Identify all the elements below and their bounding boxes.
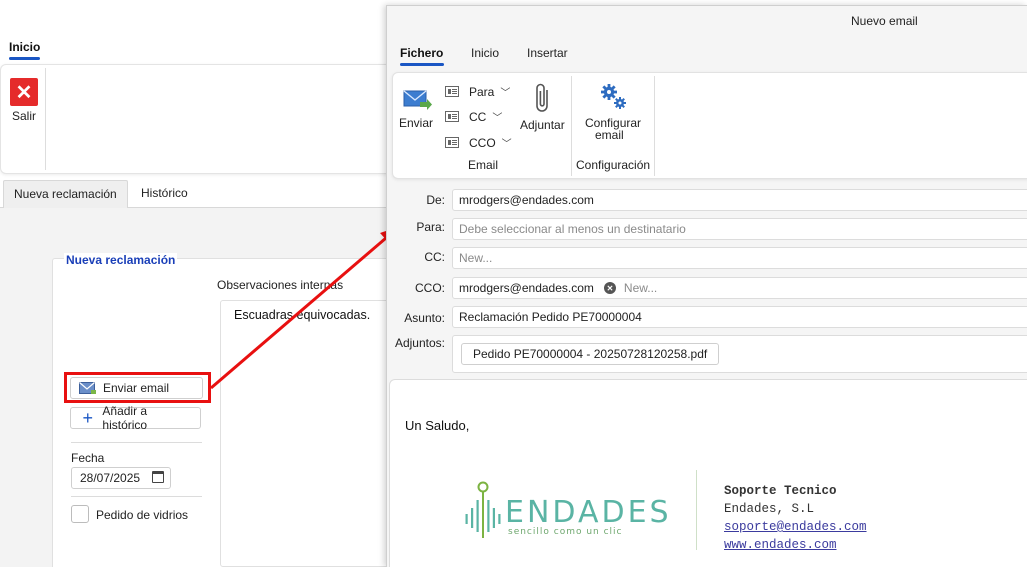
bcc-recipient-chip: mrodgers@endades.com [459, 281, 594, 295]
bcc-recipients-button[interactable]: CCO ﹀ [445, 135, 512, 150]
signature-company: Endades, S.L [724, 502, 815, 516]
logo-tagline: sencillo como un clic [508, 527, 623, 537]
glass-order-label: Pedido de vidrios [96, 508, 189, 522]
chevron-down-icon: ﹀ [500, 88, 511, 99]
group-label-email: Email [468, 158, 499, 172]
logo-wordmark: ENDADES [505, 495, 672, 530]
paperclip-icon [533, 82, 553, 117]
signature-web-link[interactable]: www.endades.com [724, 538, 837, 552]
ribbon-divider [571, 76, 572, 176]
bcc-placeholder: New... [623, 281, 658, 295]
glass-order-checkbox[interactable] [71, 505, 89, 523]
contact-card-icon [445, 86, 459, 97]
cc-recipients-button[interactable]: CC ﹀ [445, 109, 502, 124]
send-label: Enviar [399, 116, 434, 130]
contact-card-icon [445, 137, 459, 148]
highlight-box [64, 372, 211, 403]
signature-email-link[interactable]: soporte@endades.com [724, 520, 867, 534]
cc-field[interactable]: New... [452, 247, 1027, 269]
signature-name: Soporte Tecnico [724, 484, 837, 498]
subject-field[interactable]: Reclamación Pedido PE70000004 [452, 306, 1027, 328]
to-field[interactable]: Debe seleccionar al menos un destinatari… [452, 218, 1027, 240]
to-field-label: Para: [416, 220, 445, 234]
new-email-dialog: Nuevo email Fichero Inicio Insertar Envi… [386, 5, 1027, 567]
ribbon-tab-inicio[interactable]: Inicio [9, 40, 40, 54]
internal-notes-label: Observaciones internas [217, 278, 344, 292]
from-value: mrodgers@endades.com [459, 193, 594, 207]
greeting-text: Un Saludo, [405, 418, 470, 433]
signature-divider [696, 470, 697, 550]
date-label: Fecha [71, 451, 105, 465]
to-label: Para [469, 84, 495, 99]
tab-inicio[interactable]: Inicio [471, 46, 499, 60]
subject-value: Reclamación Pedido PE70000004 [459, 310, 642, 324]
plus-icon: + [82, 407, 93, 428]
tab-insertar[interactable]: Insertar [527, 46, 568, 60]
endades-logo-icon [463, 480, 503, 545]
tab-nueva-reclamacion[interactable]: Nueva reclamación [3, 180, 128, 208]
active-tab-indicator [400, 63, 444, 66]
internal-notes-textarea[interactable] [220, 300, 400, 567]
dialog-title: Nuevo email [851, 14, 918, 28]
attachment-file[interactable]: Pedido PE70000004 - 20250728120258.pdf [461, 343, 720, 365]
attach-label: Adjuntar [520, 118, 565, 132]
divider [71, 496, 202, 497]
chevron-down-icon: ﹀ [501, 139, 512, 150]
cc-label: CC [469, 109, 487, 124]
to-placeholder: Debe seleccionar al menos un destinatari… [459, 222, 686, 236]
subject-label: Asunto: [404, 311, 445, 325]
date-value: 28/07/2025 [80, 471, 141, 485]
attachments-area: Pedido PE70000004 - 20250728120258.pdf [452, 335, 1027, 373]
contact-card-icon [445, 111, 459, 122]
tab-historico[interactable]: Histórico [131, 180, 198, 208]
chevron-down-icon: ﹀ [492, 113, 503, 124]
attach-button[interactable]: Adjuntar [520, 82, 570, 134]
group-label-configuracion: Configuración [576, 158, 651, 172]
calendar-icon[interactable] [152, 471, 164, 483]
ribbon-divider [45, 68, 46, 170]
close-icon: ✕ [15, 81, 33, 104]
to-recipients-button[interactable]: Para ﹀ [445, 84, 510, 99]
send-envelope-icon [403, 88, 433, 115]
from-label: De: [426, 193, 445, 207]
gears-icon [599, 82, 629, 115]
attachments-label: Adjuntos: [394, 336, 445, 350]
send-button[interactable]: Enviar [399, 86, 439, 134]
remove-recipient-icon[interactable]: ✕ [603, 282, 616, 294]
bcc-field[interactable]: mrodgers@endades.com ✕ New... [452, 277, 1027, 299]
cc-placeholder: New... [459, 251, 493, 265]
tab-fichero[interactable]: Fichero [400, 46, 443, 60]
bcc-label: CCO [469, 135, 496, 150]
internal-notes-text: Escuadras equivocadas. [234, 308, 371, 322]
add-history-button[interactable]: + Añadir a histórico [70, 404, 201, 432]
configure-email-button[interactable]: Configurar email [583, 82, 645, 142]
ribbon-panel [0, 64, 400, 174]
exit-label: Salir [12, 109, 37, 123]
exit-button[interactable]: ✕ [10, 78, 38, 106]
add-history-label: Añadir a histórico [102, 404, 148, 432]
cc-field-label: CC: [424, 250, 445, 264]
bcc-field-label: CCO: [415, 281, 445, 295]
ribbon-divider [654, 76, 655, 176]
attachment-filename: Pedido PE70000004 - 20250728120258.pdf [473, 347, 708, 361]
card-title: Nueva reclamación [64, 253, 178, 267]
divider [71, 442, 202, 443]
from-field[interactable]: mrodgers@endades.com [452, 189, 1027, 211]
configure-label-line2: email [595, 128, 624, 142]
date-field[interactable]: 28/07/2025 [71, 467, 171, 489]
active-tab-indicator [9, 57, 40, 60]
